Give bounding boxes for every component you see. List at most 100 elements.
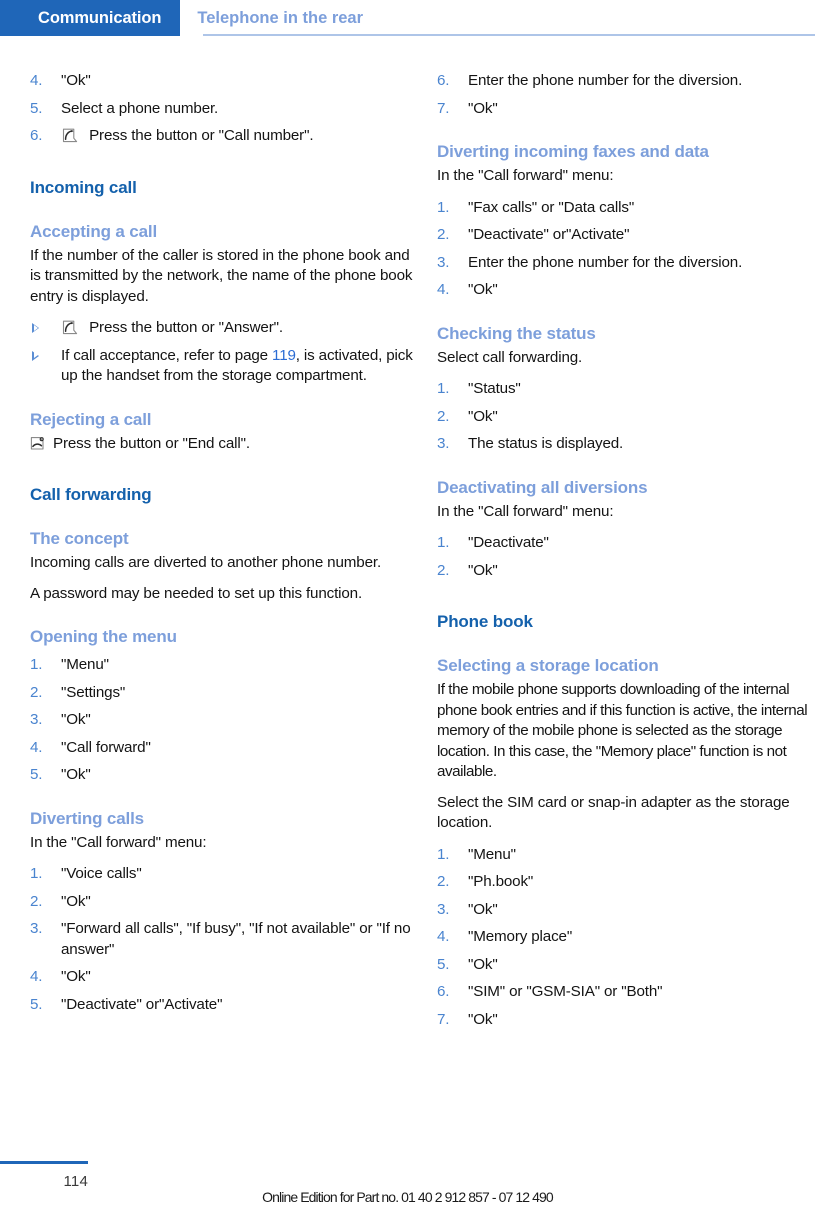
tab-telephone-in-the-rear[interactable]: Telephone in the rear xyxy=(180,0,815,36)
list-item: 6. "SIM" or "GSM-SIA" or "Both" xyxy=(437,982,815,1003)
list-text: "Ok" xyxy=(61,72,91,89)
list-text: "Settings" xyxy=(61,683,126,701)
list-number: 2. xyxy=(30,683,43,701)
footer-edition-note: Online Edition for Part no. 01 40 2 912 … xyxy=(262,1189,554,1205)
subsection-heading-opening-the-menu: Opening the menu xyxy=(30,627,177,646)
list-text: "Ph.book" xyxy=(468,873,534,890)
checking-the-status-intro: Select call forwarding. xyxy=(437,348,583,366)
list-text: The status is displayed. xyxy=(468,435,624,452)
diverting-faxes-steps: 1. "Fax calls" or "Data calls" 2. "Deactiv… xyxy=(437,198,815,301)
phone-handset-icon xyxy=(61,320,78,335)
list-number: 2. xyxy=(437,226,450,243)
tab-telephone-in-the-rear-label: Telephone in the rear xyxy=(197,8,364,27)
list-text: "Ok" xyxy=(468,900,498,918)
list-number: 5. xyxy=(30,99,43,117)
diverting-calls-continued-steps: 6. Enter the phone number for the diversi… xyxy=(437,71,815,119)
list-item: 5. "Ok" xyxy=(437,955,815,976)
list-item: 1. "Menu" xyxy=(437,845,815,866)
page-header: Communication Telephone in the rear xyxy=(0,0,815,36)
list-text: "Ok" xyxy=(468,561,498,579)
list-number: 4. xyxy=(437,928,450,945)
subsection-heading-checking-the-status: Checking the status xyxy=(437,323,596,343)
list-text: "Ok" xyxy=(468,1010,498,1028)
list-text: "Menu" xyxy=(468,845,516,863)
list-number: 7. xyxy=(437,1010,450,1028)
list-text: "Menu" xyxy=(61,656,109,673)
opening-the-menu-steps: 1. "Menu" 2. "Settings" 3. "Ok" 4. "Call for… xyxy=(30,655,415,786)
deactivating-all-steps: 1. "Deactivate" 2. "Ok" xyxy=(437,533,815,581)
list-number: 3. xyxy=(30,920,43,937)
footer-rule xyxy=(0,1161,88,1164)
list-text-before: If call acceptance, refer to page xyxy=(61,346,273,364)
list-text: "Ok" xyxy=(61,968,91,985)
list-item: 6. Press the button or "Call number". xyxy=(30,126,415,147)
phone-handset-icon xyxy=(61,128,78,143)
list-text: "Ok" xyxy=(468,955,498,973)
list-item: 1. "Status" xyxy=(437,379,815,400)
page-reference-link[interactable]: 119 xyxy=(272,347,296,364)
list-number: 1. xyxy=(30,865,43,882)
list-item: 5. "Deactivate" or"Activate" xyxy=(30,995,415,1016)
list-text: "Voice calls" xyxy=(61,865,142,882)
list-text: "Fax calls" or "Data calls" xyxy=(468,198,635,216)
list-number: 1. xyxy=(437,534,450,551)
accepting-a-call-paragraph: If the number of the caller is stored in… xyxy=(30,246,413,305)
list-item: 3. "Ok" xyxy=(437,900,815,921)
list-text: "Ok" xyxy=(468,99,498,117)
storage-location-steps: 1. "Menu" 2. "Ph.book" 3. "Ok" 4. "Memory pl… xyxy=(437,845,815,1031)
list-text: "Ok" xyxy=(468,281,498,298)
list-number: 1. xyxy=(437,845,450,863)
list-number: 1. xyxy=(437,198,450,216)
storage-location-paragraph-2: Select the SIM card or snap-in adapter a… xyxy=(437,793,790,832)
list-number: 7. xyxy=(437,99,450,117)
section-heading-call-forwarding: Call forwarding xyxy=(30,485,152,504)
list-item: 3. "Forward all calls", "If busy", "If no… xyxy=(30,919,415,960)
checking-the-status-steps: 1. "Status" 2. "Ok" 3. The status is displa… xyxy=(437,379,815,455)
page-content: 4. "Ok" 5. Select a phone number. 6. Pre… xyxy=(0,36,815,1156)
list-number: 6. xyxy=(437,983,450,1000)
right-column: 6. Enter the phone number for the diversi… xyxy=(437,36,815,1030)
list-item: 1. "Fax calls" or "Data calls" xyxy=(437,198,815,219)
list-text: "Deactivate" xyxy=(468,534,549,551)
list-number: 1. xyxy=(437,380,450,397)
list-text: "Forward all calls", "If busy", "If not … xyxy=(61,920,411,958)
list-number: 4. xyxy=(30,968,43,985)
list-text: "Deactivate" or"Activate" xyxy=(61,995,223,1013)
list-item: 5. Select a phone number. xyxy=(30,99,415,120)
list-item: 2. "Deactivate" or"Activate" xyxy=(437,225,815,246)
list-number: 1. xyxy=(30,656,43,673)
list-text: Enter the phone number for the diversion… xyxy=(468,253,743,271)
list-item: 2. "Ok" xyxy=(437,561,815,582)
list-number: 3. xyxy=(437,435,450,452)
rejecting-a-call-text: Press the button or "End call". xyxy=(53,434,250,452)
list-item: 4. "Memory place" xyxy=(437,927,815,948)
subsection-heading-diverting-faxes: Diverting incoming faxes and data xyxy=(437,142,709,161)
list-number: 6. xyxy=(437,72,450,89)
list-item: 1. "Voice calls" xyxy=(30,864,415,885)
section-heading-phone-book: Phone book xyxy=(437,612,533,631)
list-item: 3. "Ok" xyxy=(30,710,415,731)
list-text: "Deactivate" or"Activate" xyxy=(468,226,630,243)
tab-communication[interactable]: Communication xyxy=(0,0,181,36)
phone-hangup-icon xyxy=(30,436,47,451)
list-number: 2. xyxy=(437,407,450,425)
triangle-bullet-icon xyxy=(32,350,39,361)
list-number: 3. xyxy=(437,253,450,271)
section-heading-incoming-call: Incoming call xyxy=(30,177,137,197)
list-item: 1. "Menu" xyxy=(30,655,415,676)
list-text: Enter the phone number for the diversion… xyxy=(468,72,743,89)
list-text: "Ok" xyxy=(61,711,91,728)
list-item: 2. "Settings" xyxy=(30,683,415,704)
list-item: 1. "Deactivate" xyxy=(437,533,815,554)
list-number: 5. xyxy=(437,955,450,973)
list-item: 6. Enter the phone number for the diversi… xyxy=(437,71,815,92)
